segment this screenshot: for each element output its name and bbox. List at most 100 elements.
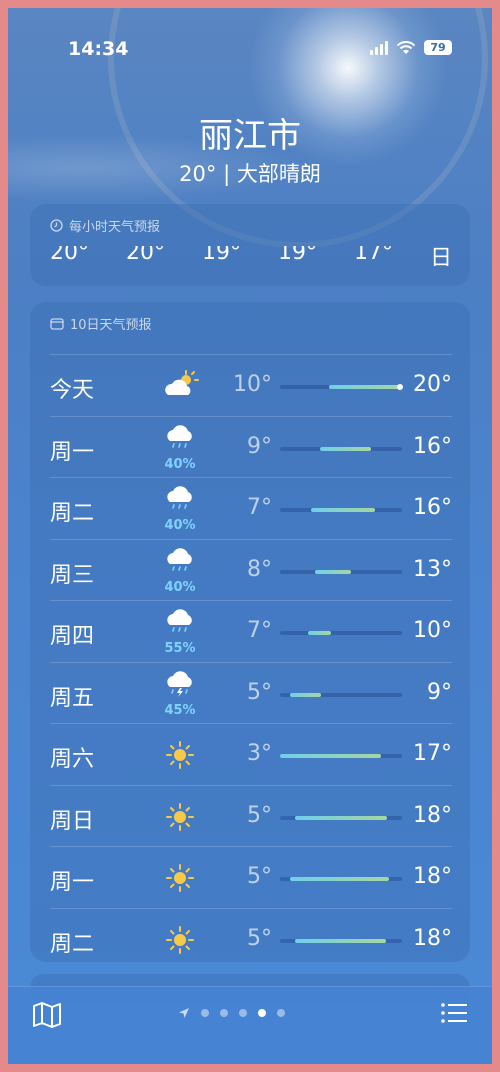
day-row[interactable]: 周三 40% 8° 13° — [50, 538, 452, 601]
page-indicator[interactable] — [178, 1007, 285, 1019]
page-dot[interactable] — [220, 1009, 228, 1017]
temperature-range-bar — [280, 938, 402, 943]
sun-icon — [158, 919, 202, 961]
high-temp: 18° — [413, 925, 452, 951]
day-name: 周六 — [50, 747, 95, 772]
sun-icon — [158, 796, 202, 838]
page-dot-active[interactable] — [258, 1009, 266, 1017]
day-row[interactable]: 周日 5° 18° — [50, 784, 452, 847]
hourly-temp: 20° — [126, 246, 165, 265]
hourly-sunset-label: 日落 — [430, 246, 453, 266]
temperature-range-bar — [280, 631, 402, 635]
rain-cloud-icon — [158, 542, 202, 584]
temperature-range-fill — [328, 385, 400, 389]
day-row[interactable]: 周五 45% 5° 9° — [50, 661, 452, 724]
high-temp: 16° — [413, 495, 452, 520]
daily-title-text: 10日天气预报 — [70, 318, 152, 333]
hourly-title: 每小时天气预报 — [50, 216, 160, 235]
location-arrow-icon — [179, 1008, 189, 1018]
cellular-signal-icon — [370, 40, 388, 55]
temperature-range-fill — [310, 508, 376, 512]
low-temp: 5° — [247, 925, 272, 951]
low-temp: 3° — [247, 741, 272, 766]
day-name: 周二 — [50, 931, 95, 957]
current-temp-dot — [396, 384, 403, 390]
precipitation-chance: 55% — [164, 641, 196, 656]
status-bar: 14:34 79 — [8, 38, 492, 62]
day-name: 周一 — [50, 870, 95, 895]
hourly-temp: 20° — [50, 246, 89, 265]
temperature-range-bar — [280, 446, 402, 451]
high-temp: 9° — [427, 679, 452, 705]
wifi-icon — [396, 40, 416, 54]
low-temp: 10° — [233, 372, 272, 397]
high-temp: 18° — [413, 802, 452, 828]
low-temp: 7° — [247, 618, 272, 643]
day-name: 周二 — [50, 501, 95, 526]
low-temp: 5° — [247, 864, 272, 889]
temperature-range-bar — [280, 508, 402, 512]
day-row[interactable]: 周六 3° 17° — [50, 723, 452, 785]
map-icon[interactable] — [32, 1001, 62, 1029]
weather-screen: 14:34 79 丽江市 20° | 大部晴朗 每小时天气预报 20° 20° — [8, 8, 492, 1064]
low-temp: 8° — [247, 556, 272, 582]
rain-cloud-icon — [158, 480, 202, 522]
partly-sunny-icon — [158, 365, 202, 407]
high-temp: 10° — [413, 618, 452, 643]
temperature-range-fill — [315, 569, 351, 574]
page-dot[interactable] — [201, 1009, 209, 1017]
day-name: 周五 — [50, 685, 95, 711]
day-name: 周一 — [50, 439, 95, 465]
page-dot[interactable] — [239, 1009, 247, 1017]
precipitation-chance: 40% — [164, 579, 196, 595]
temperature-range-bar — [280, 815, 402, 820]
current-summary: 20° | 大部晴朗 — [179, 162, 321, 186]
temperature-range-bar — [280, 692, 402, 697]
day-row[interactable]: 周一 5° 18° — [50, 846, 452, 908]
low-temp: 5° — [247, 679, 272, 705]
temperature-range-bar — [280, 384, 403, 390]
temperature-range-bar — [280, 877, 402, 881]
temperature-range-bar — [280, 569, 402, 574]
sun-icon — [158, 734, 202, 776]
high-temp: 18° — [413, 864, 452, 889]
status-icons: 79 — [370, 40, 452, 55]
hourly-temp: 19° — [202, 246, 241, 265]
temperature-range-fill — [280, 754, 382, 758]
day-row[interactable]: 周一 40% 9° 16° — [50, 415, 452, 478]
battery-icon: 79 — [424, 40, 452, 55]
high-temp: 16° — [413, 433, 452, 459]
list-icon[interactable] — [440, 1001, 468, 1025]
hourly-title-text: 每小时天气预报 — [69, 220, 161, 235]
low-temp: 5° — [247, 802, 272, 828]
high-temp: 20° — [413, 372, 452, 397]
hourly-forecast-card[interactable]: 每小时天气预报 20° 20° 19° 19° 17° 日落 — [30, 204, 470, 286]
rain-cloud-icon — [158, 419, 202, 461]
page-dot[interactable] — [277, 1009, 285, 1017]
precipitation-chance: 40% — [164, 518, 196, 533]
precipitation-chance: 40% — [164, 456, 196, 472]
daily-title: 10日天气预报 — [50, 314, 152, 333]
day-name: 周三 — [50, 562, 95, 588]
temperature-range-fill — [308, 631, 332, 635]
day-row[interactable]: 周四 55% 7° 10° — [50, 600, 452, 662]
day-row[interactable]: 周二 40% 7° 16° — [50, 477, 452, 539]
day-name: 周日 — [50, 808, 95, 834]
temperature-range-fill — [294, 815, 388, 820]
temperature-range-fill — [294, 938, 387, 943]
high-temp: 13° — [413, 556, 452, 582]
day-row[interactable]: 今天 10° 20° — [50, 354, 452, 416]
temperature-range-fill — [289, 877, 389, 881]
status-time: 14:34 — [68, 38, 129, 60]
day-row[interactable]: 周二 5° 18° — [50, 907, 452, 963]
precipitation-chance: 45% — [164, 702, 196, 718]
sun-icon — [158, 857, 202, 899]
ten-day-forecast-card[interactable]: 10日天气预报 今天 10° 20° 周一 40% 9° 16° 周二 40% 7° 16° 周三 40… — [30, 302, 470, 962]
bottom-toolbar — [8, 986, 492, 1064]
clock-icon — [50, 219, 63, 232]
hourly-temp: 19° — [278, 246, 317, 265]
temperature-range-bar — [280, 754, 402, 758]
day-name: 周四 — [50, 624, 95, 649]
city-name: 丽江市 — [199, 116, 301, 156]
rain-cloud-icon — [158, 603, 202, 645]
